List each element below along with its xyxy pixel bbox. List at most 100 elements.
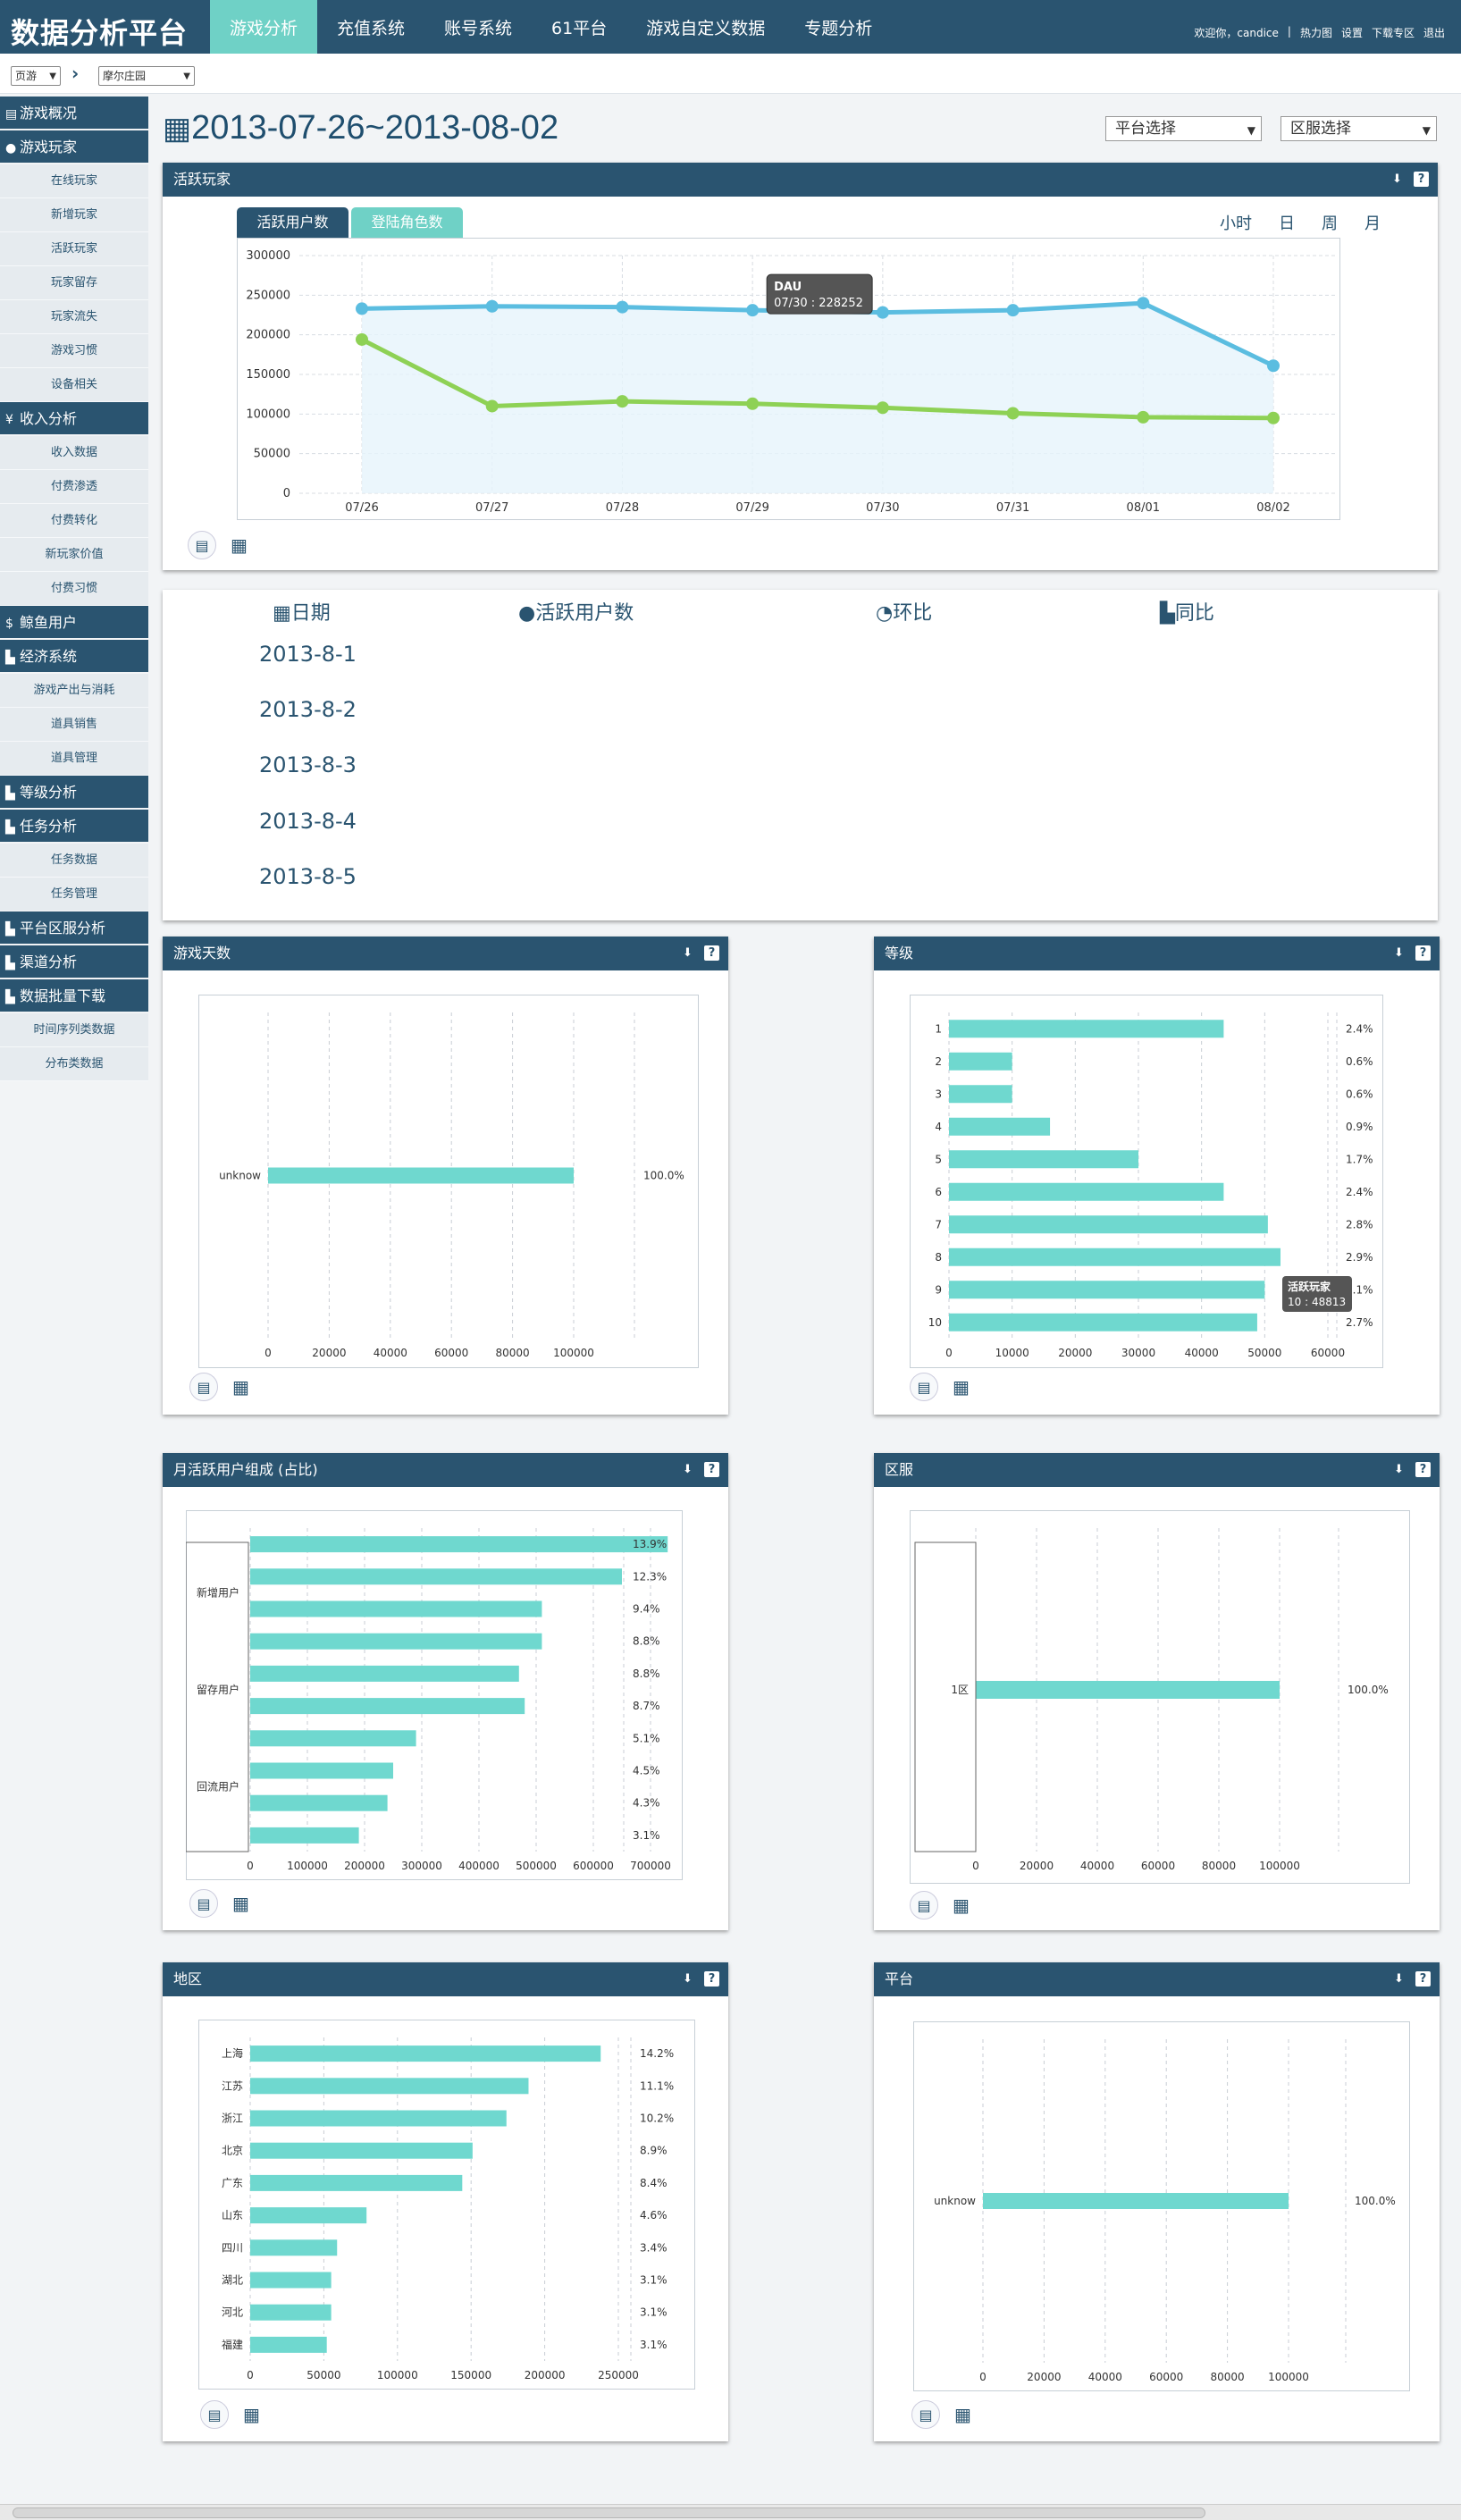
chevron-down-icon: ▼ bbox=[49, 71, 56, 81]
sidebar-item[interactable]: 玩家流失 bbox=[0, 300, 148, 334]
sidebar-item[interactable]: 道具管理 bbox=[0, 742, 148, 776]
sidebar-item[interactable]: 付费转化 bbox=[0, 504, 148, 538]
sidebar-item[interactable]: 新玩家价值 bbox=[0, 538, 148, 572]
sidebar-section[interactable]: ▙ 平台区服分析 bbox=[0, 911, 148, 945]
nav-item-topic[interactable]: 专题分析 bbox=[785, 0, 892, 54]
category-label: 2 bbox=[935, 1055, 942, 1068]
nav-item-game-analysis[interactable]: 游戏分析 bbox=[210, 0, 318, 54]
nav-item-custom-data[interactable]: 游戏自定义数据 bbox=[626, 0, 785, 54]
help-icon[interactable]: ? bbox=[1415, 1971, 1431, 1987]
x-tick-label: 200000 bbox=[525, 2369, 566, 2381]
chart-view-icon[interactable]: ▤ bbox=[911, 2400, 940, 2429]
download-icon[interactable]: ⬇ bbox=[680, 945, 695, 961]
granularity-month[interactable]: 月 bbox=[1364, 211, 1381, 234]
table-view-icon[interactable]: ▦ bbox=[953, 1894, 970, 1916]
bar bbox=[949, 1150, 1138, 1169]
x-tick-label: 500000 bbox=[516, 1860, 557, 1872]
sidebar-item[interactable]: 在线玩家 bbox=[0, 164, 148, 198]
nav-item-61-platform[interactable]: 61平台 bbox=[532, 0, 626, 54]
value-label: 100.0% bbox=[643, 1170, 684, 1182]
help-icon[interactable]: ? bbox=[704, 945, 719, 961]
granularity-week[interactable]: 周 bbox=[1322, 211, 1338, 234]
sidebar-section[interactable]: ▙ 任务分析 bbox=[0, 810, 148, 844]
sidebar-item[interactable]: 活跃玩家 bbox=[0, 232, 148, 266]
sidebar-item[interactable]: 道具销售 bbox=[0, 708, 148, 742]
download-icon[interactable]: ⬇ bbox=[1391, 945, 1406, 961]
pie-icon: ◔ bbox=[876, 602, 894, 625]
nav-item-account[interactable]: 账号系统 bbox=[424, 0, 532, 54]
tab-active-users[interactable]: 活跃用户数 bbox=[237, 207, 348, 238]
sidebar-section[interactable]: ▙ 数据批量下载 bbox=[0, 979, 148, 1013]
sidebar-section[interactable]: ▙ 等级分析 bbox=[0, 776, 148, 810]
chart-view-icon[interactable]: ▤ bbox=[189, 1889, 218, 1918]
logout-link[interactable]: 退出 bbox=[1423, 25, 1445, 40]
x-tick-label: 0 bbox=[264, 1347, 272, 1359]
granularity-day[interactable]: 日 bbox=[1279, 211, 1295, 234]
help-icon[interactable]: ? bbox=[1414, 172, 1429, 187]
chart-icon: ▙ bbox=[5, 786, 15, 801]
help-icon[interactable]: ? bbox=[704, 1462, 719, 1477]
header-label: 活跃用户数 bbox=[535, 602, 634, 625]
help-icon[interactable]: ? bbox=[1415, 945, 1431, 961]
sidebar-item[interactable]: 任务管理 bbox=[0, 878, 148, 911]
game-type-select[interactable]: 页游 ▼ bbox=[11, 66, 61, 86]
chart-view-icon[interactable]: ▤ bbox=[910, 1373, 938, 1401]
x-tick-label: 0 bbox=[972, 1860, 979, 1872]
sidebar-item[interactable]: 收入数据 bbox=[0, 436, 148, 470]
platform-select[interactable]: 平台选择 ▼ bbox=[1105, 116, 1262, 141]
table-view-icon[interactable]: ▦ bbox=[953, 1376, 970, 1398]
sidebar-section[interactable]: ▙ 经济系统 bbox=[0, 640, 148, 674]
scrollbar-thumb[interactable] bbox=[13, 2507, 1205, 2518]
table-row: 2013-8-2 bbox=[259, 697, 357, 722]
value-label: 8.7% bbox=[633, 1700, 660, 1712]
nav-item-recharge[interactable]: 充值系统 bbox=[317, 0, 424, 54]
heatmap-link[interactable]: 热力图 bbox=[1300, 25, 1332, 40]
download-icon[interactable]: ⬇ bbox=[680, 1971, 695, 1987]
x-tick-label: 80000 bbox=[1202, 1860, 1236, 1872]
sidebar-item[interactable]: 付费渗透 bbox=[0, 470, 148, 504]
chart-view-icon[interactable]: ▤ bbox=[188, 531, 216, 559]
x-tick-label: 200000 bbox=[344, 1860, 385, 1872]
table-view-icon[interactable]: ▦ bbox=[231, 534, 248, 556]
value-label: 8.8% bbox=[633, 1667, 660, 1680]
table-view-icon[interactable]: ▦ bbox=[954, 2404, 971, 2425]
horizontal-scrollbar[interactable] bbox=[0, 2504, 1461, 2520]
sidebar-section[interactable]: $ 鲸鱼用户 bbox=[0, 606, 148, 640]
table-view-icon[interactable]: ▦ bbox=[232, 1893, 249, 1914]
tab-login-roles[interactable]: 登陆角色数 bbox=[351, 207, 463, 238]
sidebar-section[interactable]: ▤ 游戏概况 bbox=[0, 97, 148, 130]
download-icon[interactable]: ⬇ bbox=[680, 1462, 695, 1477]
download-icon[interactable]: ⬇ bbox=[1391, 1462, 1406, 1477]
chart-view-icon[interactable]: ▤ bbox=[189, 1373, 218, 1401]
category-label: 湖北 bbox=[222, 2273, 243, 2287]
game-select[interactable]: 摩尔庄园 ▼ bbox=[98, 66, 195, 86]
sidebar-item[interactable]: 付费习惯 bbox=[0, 572, 148, 606]
data-point bbox=[876, 306, 889, 319]
chart-view-icon[interactable]: ▤ bbox=[200, 2400, 229, 2429]
sidebar-section[interactable]: ▙ 渠道分析 bbox=[0, 945, 148, 979]
sidebar-item[interactable]: 设备相关 bbox=[0, 368, 148, 402]
sidebar-item[interactable]: 玩家留存 bbox=[0, 266, 148, 300]
sidebar-section[interactable]: ¥ 收入分析 bbox=[0, 402, 148, 436]
table-view-icon[interactable]: ▦ bbox=[232, 1376, 249, 1398]
sidebar-item[interactable]: 时间序列类数据 bbox=[0, 1013, 148, 1047]
table-header-active-users: ●活跃用户数 bbox=[518, 597, 634, 626]
sidebar-item[interactable]: 新增玩家 bbox=[0, 198, 148, 232]
sidebar-item[interactable]: 游戏习惯 bbox=[0, 334, 148, 368]
sidebar-section-label: 游戏玩家 bbox=[20, 139, 78, 155]
sidebar-item[interactable]: 分布类数据 bbox=[0, 1047, 148, 1081]
download-icon[interactable]: ⬇ bbox=[1390, 172, 1405, 187]
sidebar-item[interactable]: 游戏产出与消耗 bbox=[0, 674, 148, 708]
sidebar-section[interactable]: ● 游戏玩家 bbox=[0, 130, 148, 164]
download-link[interactable]: 下载专区 bbox=[1372, 25, 1415, 40]
panel-header: 游戏天数 ⬇? bbox=[163, 937, 728, 970]
chart-view-icon[interactable]: ▤ bbox=[910, 1891, 938, 1919]
sidebar-item[interactable]: 任务数据 bbox=[0, 844, 148, 878]
help-icon[interactable]: ? bbox=[704, 1971, 719, 1987]
help-icon[interactable]: ? bbox=[1415, 1462, 1431, 1477]
server-select[interactable]: 区服选择 ▼ bbox=[1280, 116, 1437, 141]
settings-link[interactable]: 设置 bbox=[1341, 25, 1363, 40]
granularity-hour[interactable]: 小时 bbox=[1220, 211, 1252, 234]
table-view-icon[interactable]: ▦ bbox=[243, 2404, 260, 2425]
download-icon[interactable]: ⬇ bbox=[1391, 1971, 1406, 1987]
